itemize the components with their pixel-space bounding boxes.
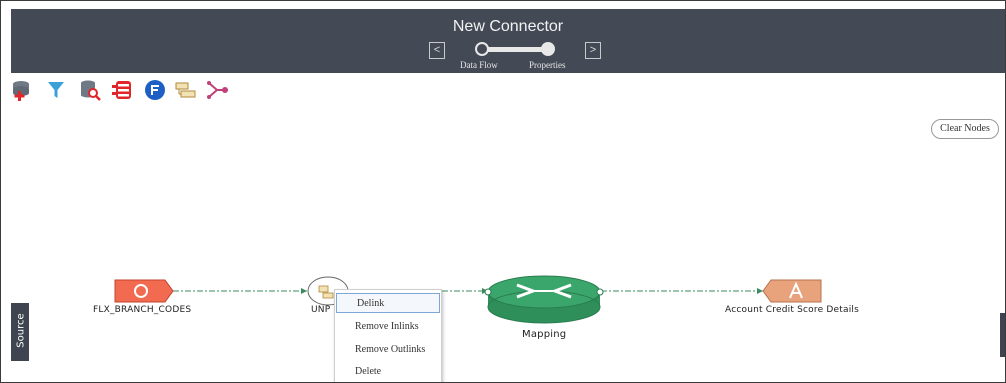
source-tab-label: Source: [15, 313, 27, 348]
mapping-node[interactable]: [484, 275, 604, 324]
data-flow-canvas[interactable]: [1, 1, 1006, 383]
context-menu-delink[interactable]: Delink: [336, 293, 440, 313]
source-panel-tab[interactable]: Source: [11, 303, 29, 361]
context-menu-remove-outlinks[interactable]: Remove Outlinks: [335, 340, 441, 360]
mapping-node-label: Mapping: [522, 329, 567, 340]
target-node-account-credit-score[interactable]: [762, 279, 822, 303]
context-menu-delete[interactable]: Delete: [335, 362, 441, 382]
source-node-label: FLX_BRANCH_CODES: [93, 305, 192, 315]
target-node-label: Account Credit Score Details: [725, 305, 859, 315]
source-node-flx-branch-codes[interactable]: [114, 279, 174, 303]
context-menu-remove-inlinks[interactable]: Remove Inlinks: [335, 317, 441, 337]
link-arrow: [757, 288, 763, 294]
right-panel-tab[interactable]: [1000, 313, 1005, 357]
link-arrow: [301, 288, 307, 294]
context-menu: Delink Remove Inlinks Remove Outlinks De…: [334, 289, 442, 382]
connector-window: New Connector < Data Flow Properties > C…: [0, 0, 1006, 383]
unpivot-node-label: UNP: [311, 305, 331, 315]
